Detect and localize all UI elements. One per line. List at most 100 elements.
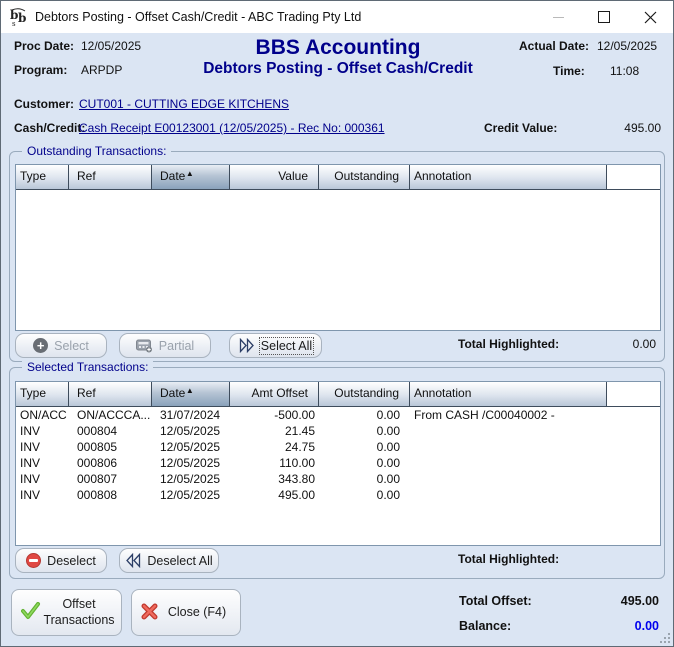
column-header-date[interactable]: Date ▲ bbox=[152, 165, 230, 189]
cell-ref: ON/ACCCA... bbox=[77, 408, 151, 422]
resize-grip[interactable] bbox=[660, 633, 670, 643]
outstanding-group-label: Outstanding Transactions: bbox=[22, 144, 172, 158]
outstanding-table: Type Ref Date ▲ Value Outstanding Annotat… bbox=[15, 164, 661, 331]
column-header-filler bbox=[607, 165, 660, 189]
deselect-all-button[interactable]: Deselect All bbox=[119, 548, 219, 573]
time-label: Time: bbox=[553, 64, 585, 78]
cell-annotation bbox=[410, 471, 607, 487]
svg-text:s: s bbox=[12, 20, 16, 27]
offset-transactions-button[interactable]: Offset Transactions bbox=[11, 589, 122, 636]
selected-table-body: ON/ACC ON/ACCCA... 31/07/2024 -500.00 0.… bbox=[16, 407, 660, 503]
cell-type: INV bbox=[20, 456, 41, 470]
selected-table-header: Type Ref Date ▲ Amt Offset Outstanding An… bbox=[16, 382, 660, 407]
column-header-type[interactable]: Type bbox=[16, 165, 69, 189]
column-header-type[interactable]: Type bbox=[16, 382, 69, 406]
close-button[interactable]: Close (F4) bbox=[131, 589, 241, 636]
cell-type: INV bbox=[20, 472, 41, 486]
cell-type: INV bbox=[20, 488, 41, 502]
client-area: Proc Date: 12/05/2025 Program: ARPDP BBS… bbox=[1, 33, 673, 646]
column-header-outstanding[interactable]: Outstanding bbox=[319, 165, 410, 189]
cell-amount: 495.00 bbox=[278, 488, 315, 502]
column-header-annotation[interactable]: Annotation bbox=[410, 382, 607, 406]
column-header-ref[interactable]: Ref bbox=[69, 382, 152, 406]
actual-date-label: Actual Date: bbox=[519, 39, 590, 53]
deselect-button[interactable]: Deselect bbox=[15, 548, 107, 573]
cell-amount: 110.00 bbox=[279, 456, 315, 470]
sort-ascending-icon: ▲ bbox=[185, 169, 194, 178]
column-header-date[interactable]: Date ▲ bbox=[152, 382, 230, 406]
total-offset-value: 495.00 bbox=[620, 594, 659, 608]
window-title: Debtors Posting - Offset Cash/Credit - A… bbox=[35, 10, 362, 24]
cell-annotation: From CASH /C00040002 - bbox=[414, 408, 555, 422]
check-icon bbox=[21, 602, 41, 623]
close-icon bbox=[644, 11, 656, 23]
svg-text:b: b bbox=[18, 11, 26, 25]
select-all-button[interactable]: Select All bbox=[229, 333, 322, 358]
cell-ref: 000807 bbox=[77, 472, 118, 486]
customer-link[interactable]: CUT001 - CUTTING EDGE KITCHENS bbox=[79, 97, 289, 111]
window-controls bbox=[535, 1, 673, 33]
table-row[interactable]: INV 000804 12/05/2025 21.45 0.00 bbox=[16, 423, 660, 439]
cell-amount: 21.45 bbox=[284, 424, 315, 438]
cell-annotation bbox=[410, 487, 607, 503]
cash-credit-label: Cash/Credit: bbox=[14, 121, 86, 135]
cell-date: 12/05/2025 bbox=[160, 424, 221, 438]
column-header-outstanding[interactable]: Outstanding bbox=[319, 382, 410, 406]
total-offset-label: Total Offset: bbox=[459, 594, 532, 608]
cell-ref: 000805 bbox=[77, 440, 118, 454]
cell-date: 12/05/2025 bbox=[160, 472, 221, 486]
cell-amount: 343.80 bbox=[278, 472, 315, 486]
cell-outstanding: 0.00 bbox=[376, 472, 400, 486]
close-window-button[interactable] bbox=[627, 1, 673, 33]
cell-outstanding: 0.00 bbox=[376, 488, 400, 502]
table-row[interactable]: INV 000805 12/05/2025 24.75 0.00 bbox=[16, 439, 660, 455]
cell-amount: -500.00 bbox=[274, 408, 315, 422]
select-button: + Select bbox=[15, 333, 107, 358]
cell-type: INV bbox=[20, 424, 41, 438]
column-header-annotation[interactable]: Annotation bbox=[410, 165, 607, 189]
cell-ref: 000804 bbox=[77, 424, 118, 438]
cell-annotation bbox=[410, 439, 607, 455]
cell-date: 12/05/2025 bbox=[160, 440, 221, 454]
x-icon bbox=[141, 603, 158, 623]
maximize-button[interactable] bbox=[581, 1, 627, 33]
table-row[interactable]: ON/ACC ON/ACCCA... 31/07/2024 -500.00 0.… bbox=[16, 407, 660, 423]
cash-credit-link[interactable]: Cash Receipt E00123001 (12/05/2025) - Re… bbox=[79, 121, 385, 135]
window: b b s Debtors Posting - Offset Cash/Cred… bbox=[0, 0, 674, 647]
cell-type: INV bbox=[20, 440, 41, 454]
minimize-icon bbox=[552, 16, 564, 18]
title-bar: b b s Debtors Posting - Offset Cash/Cred… bbox=[1, 1, 673, 33]
partial-icon bbox=[135, 339, 152, 352]
cell-date: 31/07/2024 bbox=[160, 408, 221, 422]
column-header-value[interactable]: Value bbox=[230, 165, 319, 189]
double-chevron-right-icon bbox=[239, 338, 254, 353]
balance-label: Balance: bbox=[459, 619, 512, 633]
selected-group-label: Selected Transactions: bbox=[22, 360, 154, 374]
minimize-button bbox=[535, 1, 581, 33]
table-row[interactable]: INV 000807 12/05/2025 343.80 0.00 bbox=[16, 471, 660, 487]
partial-button: Partial bbox=[119, 333, 211, 358]
table-row[interactable]: INV 000806 12/05/2025 110.00 0.00 bbox=[16, 455, 660, 471]
customer-label: Customer: bbox=[14, 97, 75, 111]
table-row[interactable]: INV 000808 12/05/2025 495.00 0.00 bbox=[16, 487, 660, 503]
column-header-ref[interactable]: Ref bbox=[69, 165, 152, 189]
credit-value: 495.00 bbox=[624, 121, 661, 135]
no-entry-icon bbox=[26, 553, 42, 568]
maximize-icon bbox=[598, 11, 610, 23]
cell-outstanding: 0.00 bbox=[376, 424, 400, 438]
outstanding-total-highlighted-value: 0.00 bbox=[632, 337, 656, 351]
cell-outstanding: 0.00 bbox=[376, 408, 400, 422]
selected-group: Selected Transactions: Type Ref Date ▲ Am… bbox=[9, 360, 665, 579]
app-icon: b b s bbox=[9, 7, 29, 28]
outstanding-table-header: Type Ref Date ▲ Value Outstanding Annotat… bbox=[16, 165, 660, 190]
cell-ref: 000808 bbox=[77, 488, 118, 502]
balance-value: 0.00 bbox=[634, 619, 659, 633]
double-chevron-left-icon bbox=[126, 553, 141, 568]
column-header-amt-offset[interactable]: Amt Offset bbox=[230, 382, 319, 406]
selected-table: Type Ref Date ▲ Amt Offset Outstanding An… bbox=[15, 381, 661, 546]
cell-date: 12/05/2025 bbox=[160, 456, 221, 470]
cell-outstanding: 0.00 bbox=[376, 440, 400, 454]
outstanding-group: Outstanding Transactions: Type Ref Date ▲… bbox=[9, 144, 665, 362]
cell-annotation bbox=[410, 455, 607, 471]
actual-date-value: 12/05/2025 bbox=[597, 39, 658, 53]
